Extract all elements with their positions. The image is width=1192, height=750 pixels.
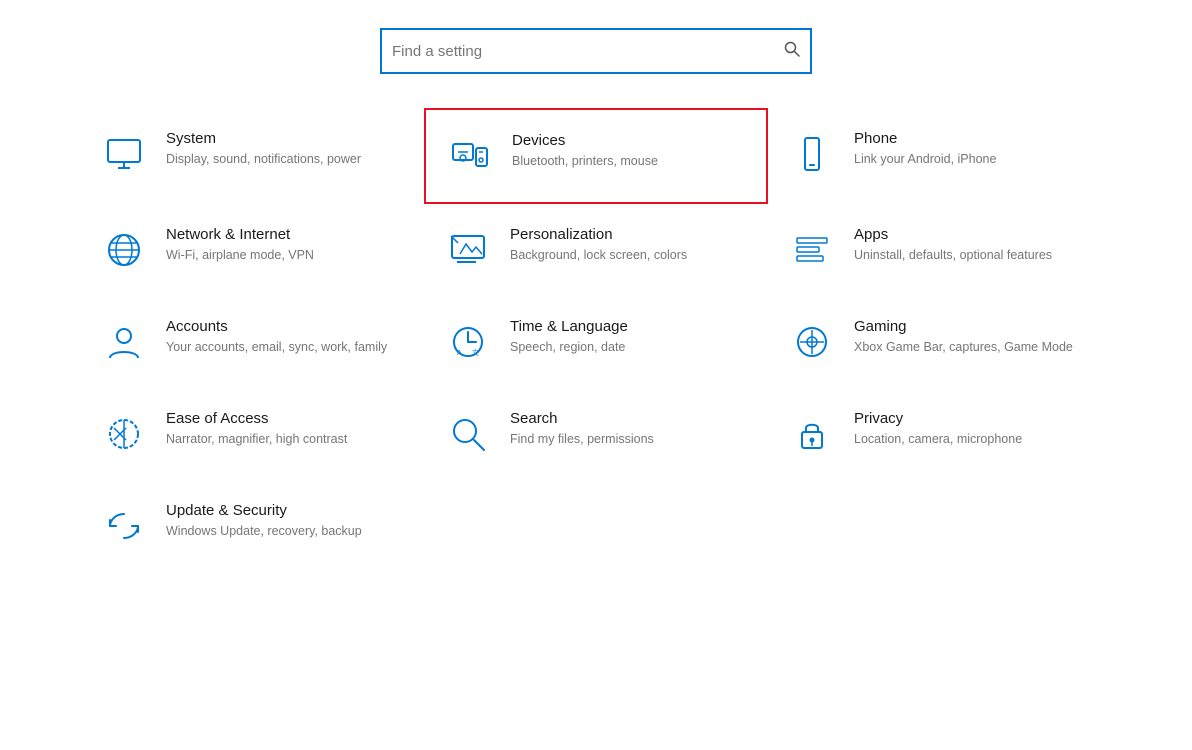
setting-desc-apps: Uninstall, defaults, optional features (854, 247, 1052, 265)
apps-icon (788, 226, 836, 274)
setting-title-search: Search (510, 410, 654, 427)
setting-title-accounts: Accounts (166, 318, 387, 335)
setting-title-personalization: Personalization (510, 226, 687, 243)
setting-title-update: Update & Security (166, 502, 362, 519)
setting-desc-privacy: Location, camera, microphone (854, 431, 1022, 449)
setting-title-ease: Ease of Access (166, 410, 347, 427)
search-bar[interactable] (380, 28, 812, 74)
privacy-icon (788, 410, 836, 458)
network-icon (100, 226, 148, 274)
setting-desc-devices: Bluetooth, printers, mouse (512, 153, 658, 171)
phone-icon (788, 130, 836, 178)
setting-item-ease[interactable]: Ease of Access Narrator, magnifier, high… (80, 388, 424, 480)
setting-item-personalization[interactable]: Personalization Background, lock screen,… (424, 204, 768, 296)
setting-item-network[interactable]: Network & Internet Wi-Fi, airplane mode,… (80, 204, 424, 296)
setting-item-system[interactable]: System Display, sound, notifications, po… (80, 108, 424, 204)
setting-item-search[interactable]: Search Find my files, permissions (424, 388, 768, 480)
setting-text-time: Time & Language Speech, region, date (510, 318, 628, 357)
setting-title-devices: Devices (512, 132, 658, 149)
setting-title-time: Time & Language (510, 318, 628, 335)
setting-text-phone: Phone Link your Android, iPhone (854, 130, 996, 169)
system-icon (100, 130, 148, 178)
setting-desc-ease: Narrator, magnifier, high contrast (166, 431, 347, 449)
setting-desc-network: Wi-Fi, airplane mode, VPN (166, 247, 314, 265)
svg-text:A: A (457, 350, 462, 357)
setting-desc-personalization: Background, lock screen, colors (510, 247, 687, 265)
setting-item-devices[interactable]: Devices Bluetooth, printers, mouse (424, 108, 768, 204)
setting-text-update: Update & Security Windows Update, recove… (166, 502, 362, 541)
settings-grid: System Display, sound, notifications, po… (0, 98, 1192, 582)
time-icon: A 文 (444, 318, 492, 366)
setting-text-accounts: Accounts Your accounts, email, sync, wor… (166, 318, 387, 357)
ease-icon (100, 410, 148, 458)
setting-text-privacy: Privacy Location, camera, microphone (854, 410, 1022, 449)
setting-title-gaming: Gaming (854, 318, 1073, 335)
setting-text-network: Network & Internet Wi-Fi, airplane mode,… (166, 226, 314, 265)
personalization-icon (444, 226, 492, 274)
setting-desc-search: Find my files, permissions (510, 431, 654, 449)
setting-title-system: System (166, 130, 361, 147)
devices-icon (446, 132, 494, 180)
setting-text-apps: Apps Uninstall, defaults, optional featu… (854, 226, 1052, 265)
setting-desc-accounts: Your accounts, email, sync, work, family (166, 339, 387, 357)
setting-text-devices: Devices Bluetooth, printers, mouse (512, 132, 658, 171)
setting-item-accounts[interactable]: Accounts Your accounts, email, sync, wor… (80, 296, 424, 388)
setting-text-personalization: Personalization Background, lock screen,… (510, 226, 687, 265)
setting-text-system: System Display, sound, notifications, po… (166, 130, 361, 169)
setting-desc-gaming: Xbox Game Bar, captures, Game Mode (854, 339, 1073, 357)
setting-item-apps[interactable]: Apps Uninstall, defaults, optional featu… (768, 204, 1112, 296)
accounts-icon (100, 318, 148, 366)
setting-title-privacy: Privacy (854, 410, 1022, 427)
search-setting-icon (444, 410, 492, 458)
search-icon (784, 41, 800, 62)
gaming-icon (788, 318, 836, 366)
setting-desc-phone: Link your Android, iPhone (854, 151, 996, 169)
setting-title-apps: Apps (854, 226, 1052, 243)
setting-desc-time: Speech, region, date (510, 339, 628, 357)
setting-desc-system: Display, sound, notifications, power (166, 151, 361, 169)
svg-text:文: 文 (472, 348, 479, 357)
setting-item-time[interactable]: A 文 Time & Language Speech, region, date (424, 296, 768, 388)
setting-text-ease: Ease of Access Narrator, magnifier, high… (166, 410, 347, 449)
setting-item-update[interactable]: Update & Security Windows Update, recove… (80, 480, 424, 572)
search-input[interactable] (392, 43, 784, 60)
setting-title-network: Network & Internet (166, 226, 314, 243)
setting-desc-update: Windows Update, recovery, backup (166, 523, 362, 541)
setting-title-phone: Phone (854, 130, 996, 147)
update-icon (100, 502, 148, 550)
setting-text-search: Search Find my files, permissions (510, 410, 654, 449)
setting-item-gaming[interactable]: Gaming Xbox Game Bar, captures, Game Mod… (768, 296, 1112, 388)
setting-text-gaming: Gaming Xbox Game Bar, captures, Game Mod… (854, 318, 1073, 357)
setting-item-privacy[interactable]: Privacy Location, camera, microphone (768, 388, 1112, 480)
setting-item-phone[interactable]: Phone Link your Android, iPhone (768, 108, 1112, 204)
